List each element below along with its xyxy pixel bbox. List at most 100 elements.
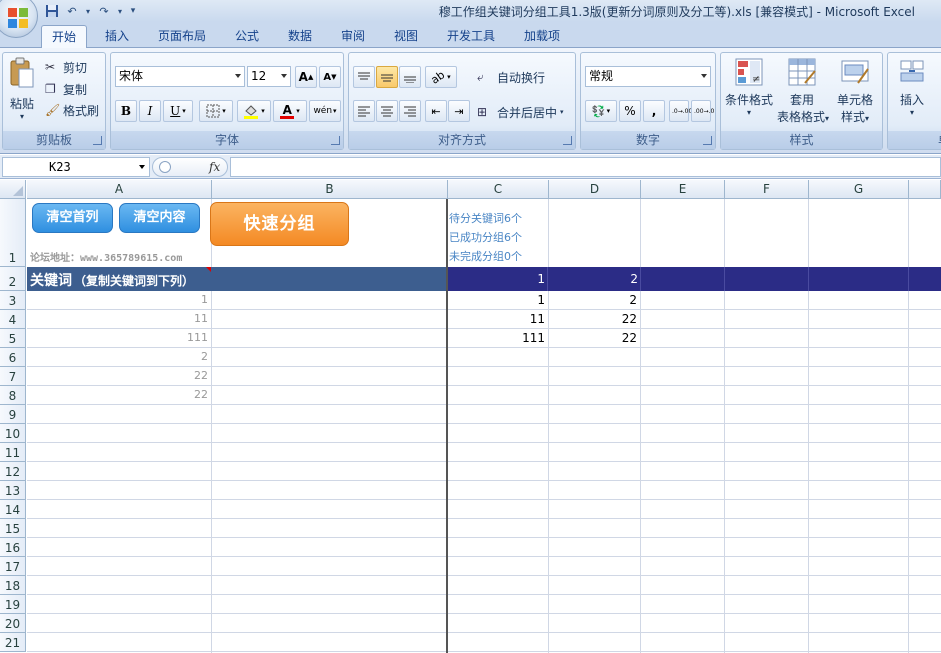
- cell-styles-button[interactable]: 单元格 样式▾: [829, 57, 881, 131]
- align-right-button[interactable]: [399, 100, 421, 122]
- column-header-b[interactable]: B: [212, 180, 448, 199]
- cell-c5[interactable]: 111: [448, 331, 545, 347]
- grow-font-button[interactable]: A ▲: [295, 66, 317, 88]
- accounting-format-button[interactable]: 💱 ▾: [585, 100, 617, 122]
- shrink-font-button[interactable]: A ▼: [319, 66, 341, 88]
- row-header-21[interactable]: 21: [0, 633, 26, 652]
- cell-d5[interactable]: 22: [549, 331, 637, 347]
- tab-developer[interactable]: 开发工具: [437, 25, 505, 48]
- increase-decimal-button[interactable]: .0→.00: [669, 100, 692, 122]
- column-header-e[interactable]: E: [641, 180, 725, 199]
- cell-c2[interactable]: 1: [448, 272, 545, 286]
- chevron-down-icon[interactable]: ▾: [84, 3, 92, 19]
- cell-a7[interactable]: 22: [27, 369, 208, 385]
- align-top-button[interactable]: [353, 66, 375, 88]
- column-header-next[interactable]: [909, 180, 941, 199]
- row-header-5[interactable]: 5: [0, 329, 26, 348]
- row-header-10[interactable]: 10: [0, 424, 26, 443]
- quick-group-button[interactable]: 快速分组: [210, 202, 349, 246]
- row-header-7[interactable]: 7: [0, 367, 26, 386]
- dialog-launcher-icon[interactable]: [563, 136, 572, 145]
- row-header-12[interactable]: 12: [0, 462, 26, 481]
- align-middle-button[interactable]: [376, 66, 398, 88]
- row-header-1[interactable]: 1: [0, 199, 26, 267]
- row-header-17[interactable]: 17: [0, 557, 26, 576]
- tab-addins[interactable]: 加载项: [514, 25, 570, 48]
- column-header-a[interactable]: A: [27, 180, 212, 199]
- tab-formulas[interactable]: 公式: [225, 25, 269, 48]
- row-header-2[interactable]: 2: [0, 267, 26, 291]
- dialog-launcher-icon[interactable]: [703, 136, 712, 145]
- align-left-button[interactable]: [353, 100, 375, 122]
- italic-button[interactable]: I: [139, 100, 161, 122]
- row-header-9[interactable]: 9: [0, 405, 26, 424]
- orientation-button[interactable]: ab ▾: [425, 66, 457, 88]
- decrease-decimal-button[interactable]: .00→.0: [691, 100, 714, 122]
- dialog-launcher-icon[interactable]: [331, 136, 340, 145]
- dialog-launcher-icon[interactable]: [93, 136, 102, 145]
- row-header-19[interactable]: 19: [0, 595, 26, 614]
- row-header-8[interactable]: 8: [0, 386, 26, 405]
- align-center-button[interactable]: [376, 100, 398, 122]
- row-header-3[interactable]: 3: [0, 291, 26, 310]
- cell-a8[interactable]: 22: [27, 388, 208, 404]
- cell-c4[interactable]: 11: [448, 312, 545, 328]
- wrap-text-button[interactable]: ⤶ 自动换行: [477, 67, 545, 87]
- cell-d2[interactable]: 2: [548, 272, 638, 286]
- worksheet-grid[interactable]: ABCDEFG 1 2 3 4 5 6 7 8 9 10 11 12 13 14 15 16 17 18 19 20 2…: [0, 180, 941, 653]
- cell-a3[interactable]: 1: [27, 293, 208, 309]
- tab-insert[interactable]: 插入: [95, 25, 139, 48]
- cut-button[interactable]: ✂ 剪切: [45, 57, 87, 77]
- insert-function-icon[interactable]: fx: [209, 160, 220, 174]
- number-format-combo[interactable]: 常规: [585, 66, 711, 87]
- row-header-6[interactable]: 6: [0, 348, 26, 367]
- font-color-button[interactable]: A ▾: [273, 100, 307, 122]
- underline-button[interactable]: U ▾: [163, 100, 193, 122]
- cell-a6[interactable]: 2: [27, 350, 208, 366]
- save-icon[interactable]: [44, 3, 60, 19]
- column-header-f[interactable]: F: [725, 180, 809, 199]
- row-header-20[interactable]: 20: [0, 614, 26, 633]
- row-header-18[interactable]: 18: [0, 576, 26, 595]
- percent-button[interactable]: %: [619, 100, 641, 122]
- chevron-down-icon[interactable]: ▾: [116, 3, 124, 19]
- row-header-4[interactable]: 4: [0, 310, 26, 329]
- row-header-11[interactable]: 11: [0, 443, 26, 462]
- decrease-indent-button[interactable]: ⇤: [425, 100, 447, 122]
- formula-input[interactable]: [230, 157, 941, 177]
- cell-d4[interactable]: 22: [549, 312, 637, 328]
- cell-c3[interactable]: 1: [448, 293, 545, 309]
- column-header-d[interactable]: D: [549, 180, 641, 199]
- row-header-16[interactable]: 16: [0, 538, 26, 557]
- paste-button[interactable]: 粘贴 ▾: [5, 57, 39, 131]
- clear-first-column-button[interactable]: 清空首列: [32, 203, 113, 233]
- bold-button[interactable]: B: [115, 100, 137, 122]
- name-box[interactable]: K23: [2, 157, 150, 177]
- comma-button[interactable]: ,: [643, 100, 665, 122]
- fill-color-button[interactable]: ▾: [237, 100, 271, 122]
- borders-button[interactable]: ▾: [199, 100, 233, 122]
- cell-d3[interactable]: 2: [549, 293, 637, 309]
- redo-icon[interactable]: ↷: [96, 3, 112, 19]
- expand-formula-icon[interactable]: [159, 161, 171, 173]
- cell-a4[interactable]: 11: [27, 312, 208, 328]
- tab-data[interactable]: 数据: [278, 25, 322, 48]
- undo-icon[interactable]: ↶: [64, 3, 80, 19]
- cell-a5[interactable]: 111: [27, 331, 208, 347]
- tab-review[interactable]: 审阅: [331, 25, 375, 48]
- font-size-combo[interactable]: 12: [247, 66, 291, 87]
- insert-cells-button[interactable]: 插入 ▾: [890, 57, 934, 131]
- row-header-15[interactable]: 15: [0, 519, 26, 538]
- align-bottom-button[interactable]: [399, 66, 421, 88]
- phonetic-button[interactable]: wén ▾: [309, 100, 341, 122]
- column-header-c[interactable]: C: [448, 180, 549, 199]
- format-as-table-button[interactable]: 套用 表格格式▾: [777, 57, 829, 131]
- conditional-formatting-button[interactable]: ≠ 条件格式 ▾: [723, 57, 775, 131]
- font-name-combo[interactable]: 宋体: [115, 66, 245, 87]
- row-header-14[interactable]: 14: [0, 500, 26, 519]
- copy-button[interactable]: ❐ 复制: [45, 79, 87, 99]
- row-header-13[interactable]: 13: [0, 481, 26, 500]
- customize-qat-icon[interactable]: ▾: [128, 3, 138, 19]
- column-header-g[interactable]: G: [809, 180, 909, 199]
- tab-home[interactable]: 开始: [41, 25, 87, 48]
